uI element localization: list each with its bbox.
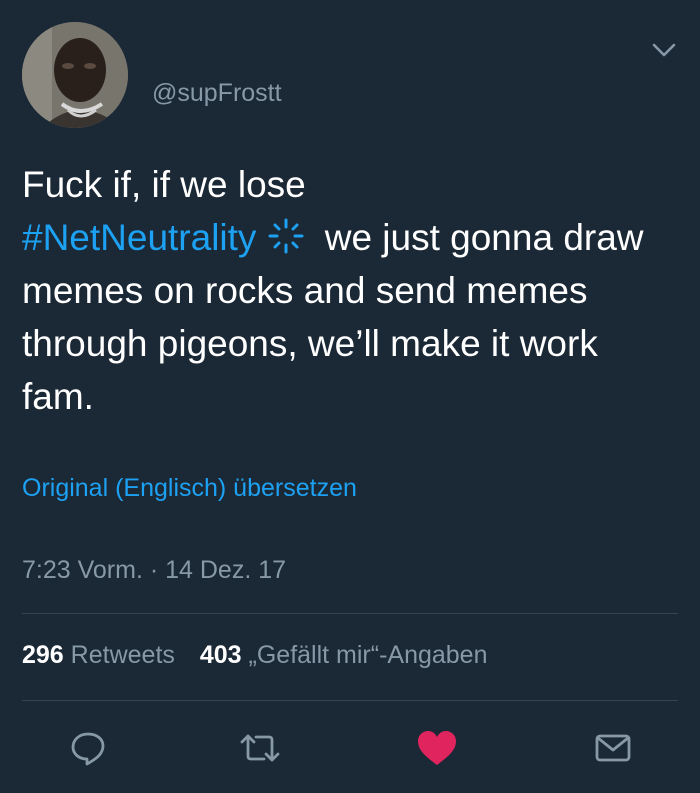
avatar[interactable] (22, 22, 128, 128)
divider-top (22, 613, 678, 614)
user-handle[interactable]: @supFrostt (152, 79, 282, 108)
like-button[interactable] (415, 726, 459, 770)
tweet-text-line1: Fuck if, if we lose (22, 164, 306, 205)
spark-loading-icon (264, 215, 308, 254)
translate-link[interactable]: Original (Englisch) übersetzen (22, 474, 357, 503)
retweets-count: 296 (22, 641, 64, 669)
likes-label: „Gefällt mir“-Angaben (248, 641, 488, 669)
hashtag-link[interactable]: #NetNeutrality (22, 217, 256, 258)
retweets-label: Retweets (70, 641, 175, 669)
tweet-stats: 296 Retweets 403 „Gefällt mir“-Angaben (22, 641, 506, 670)
avatar-image (22, 22, 128, 128)
retweets-stat[interactable]: 296 Retweets (22, 641, 175, 669)
likes-stat[interactable]: 403 „Gefällt mir“-Angaben (200, 641, 488, 669)
direct-message-button[interactable] (591, 726, 635, 770)
divider-bottom (22, 700, 678, 701)
likes-count: 403 (199, 641, 242, 669)
chevron-down-icon[interactable] (646, 36, 682, 64)
reply-button[interactable] (66, 726, 110, 770)
retweet-icon (240, 734, 280, 762)
tweet-timestamp: 7:23 Vorm. · 14 Dez. 17 (22, 556, 287, 584)
heart-icon (418, 731, 456, 765)
tweet-text-after-hashtag: we just gonna (324, 217, 554, 258)
envelope-icon (595, 734, 631, 762)
tweet-text: Fuck if, if we lose #NetNeutrality we ju… (22, 158, 672, 423)
reply-icon (71, 732, 105, 766)
retweet-button[interactable] (238, 726, 282, 770)
